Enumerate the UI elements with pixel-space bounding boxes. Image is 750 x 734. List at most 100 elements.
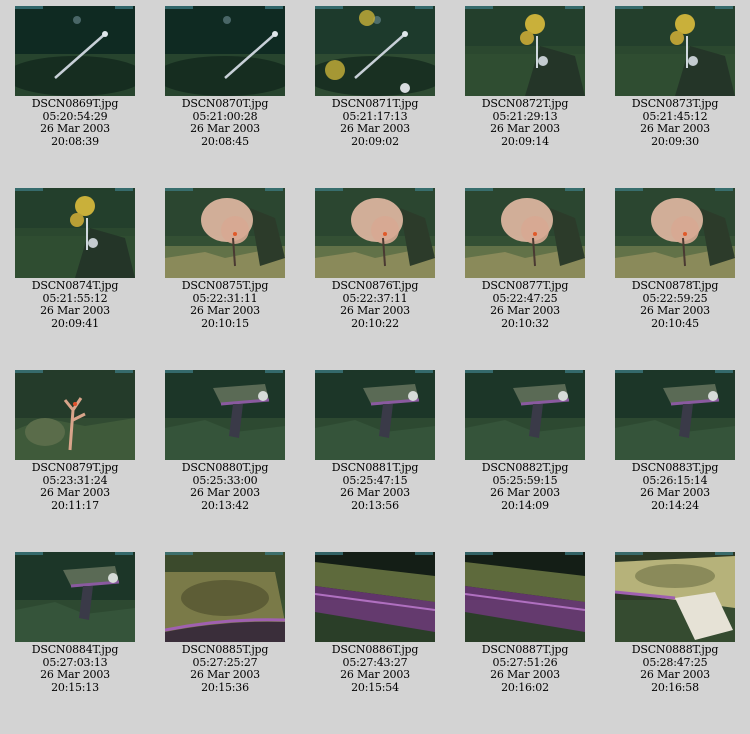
thumbnail-image[interactable]: [15, 370, 135, 460]
thumbnail-time: 20:10:22: [351, 316, 399, 330]
thumbnail-time: 20:15:54: [351, 680, 399, 694]
thumbnail-item[interactable]: DSCN0873T.jpg 05:21:45:12 26 Mar 2003 20:09…: [600, 6, 750, 148]
thumbnail-image[interactable]: [165, 370, 285, 460]
thumbnail-caption: DSCN0878T.jpg 05:22:59:25 26 Mar 2003 20:10…: [600, 279, 750, 330]
thumbnail-time: 20:15:13: [51, 680, 99, 694]
thumbnail-item[interactable]: DSCN0881T.jpg 05:25:47:15 26 Mar 2003 20:13…: [300, 370, 450, 512]
thumbnail-image[interactable]: [15, 552, 135, 642]
thumbnail-caption: DSCN0876T.jpg 05:22:37:11 26 Mar 2003 20:10…: [300, 279, 450, 330]
thumbnail-filename: DSCN0873T.jpg: [631, 97, 719, 110]
thumbnail-time: 20:14:09: [501, 498, 549, 512]
thumbnail-filename: DSCN0875T.jpg: [181, 279, 269, 292]
thumbnail-filename: DSCN0871T.jpg: [331, 97, 419, 110]
thumbnail-caption: DSCN0885T.jpg 05:27:25:27 26 Mar 2003 20:15…: [150, 643, 300, 694]
thumbnail-date: 26 Mar 2003: [190, 668, 260, 681]
thumbnail-time: 20:16:58: [651, 680, 699, 694]
thumbnail-date: 26 Mar 2003: [190, 304, 260, 317]
thumbnail-image[interactable]: [315, 552, 435, 642]
thumbnail-date: 26 Mar 2003: [490, 486, 560, 499]
thumbnail-filename: DSCN0874T.jpg: [31, 279, 119, 292]
thumbnail-item[interactable]: DSCN0871T.jpg 05:21:17:13 26 Mar 2003 20:09…: [300, 6, 450, 148]
thumbnail-item[interactable]: DSCN0882T.jpg 05:25:59:15 26 Mar 2003 20:14…: [450, 370, 600, 512]
thumbnail-date: 26 Mar 2003: [40, 122, 110, 135]
thumbnail-image[interactable]: [615, 188, 735, 278]
thumbnail-image[interactable]: [615, 6, 735, 96]
thumbnail-filename: DSCN0887T.jpg: [481, 643, 569, 656]
thumbnail-image[interactable]: [165, 188, 285, 278]
thumbnail-caption: DSCN0872T.jpg 05:21:29:13 26 Mar 2003 20:09…: [450, 97, 600, 148]
thumbnail-date: 26 Mar 2003: [640, 668, 710, 681]
thumbnail-time: 20:10:45: [651, 316, 699, 330]
thumbnail-filename: DSCN0886T.jpg: [331, 643, 419, 656]
thumbnail-caption: DSCN0869T.jpg 05:20:54:29 26 Mar 2003 20:08…: [0, 97, 150, 148]
thumbnail-filename: DSCN0883T.jpg: [631, 461, 719, 474]
thumbnail-item[interactable]: DSCN0886T.jpg 05:27:43:27 26 Mar 2003 20:15…: [300, 552, 450, 694]
thumbnail-image[interactable]: [465, 6, 585, 96]
thumbnail-filename: DSCN0881T.jpg: [331, 461, 419, 474]
thumbnail-image[interactable]: [165, 6, 285, 96]
thumbnail-item[interactable]: DSCN0874T.jpg 05:21:55:12 26 Mar 2003 20:09…: [0, 188, 150, 330]
thumbnail-time: 20:10:32: [501, 316, 549, 330]
thumbnail-item[interactable]: DSCN0877T.jpg 05:22:47:25 26 Mar 2003 20:10…: [450, 188, 600, 330]
thumbnail-caption: DSCN0875T.jpg 05:22:31:11 26 Mar 2003 20:10…: [150, 279, 300, 330]
thumbnail-item[interactable]: DSCN0880T.jpg 05:25:33:00 26 Mar 2003 20:13…: [150, 370, 300, 512]
thumbnail-item[interactable]: DSCN0879T.jpg 05:23:31:24 26 Mar 2003 20:11…: [0, 370, 150, 512]
thumbnail-grid: DSCN0869T.jpg 05:20:54:29 26 Mar 2003 20:08…: [0, 0, 750, 734]
thumbnail-date: 26 Mar 2003: [340, 122, 410, 135]
thumbnail-image[interactable]: [465, 552, 585, 642]
thumbnail-caption: DSCN0879T.jpg 05:23:31:24 26 Mar 2003 20:11…: [0, 461, 150, 512]
thumbnail-image[interactable]: [615, 552, 735, 642]
thumbnail-filename: DSCN0878T.jpg: [631, 279, 719, 292]
thumbnail-filename: DSCN0880T.jpg: [181, 461, 269, 474]
thumbnail-item[interactable]: DSCN0875T.jpg 05:22:31:11 26 Mar 2003 20:10…: [150, 188, 300, 330]
thumbnail-image[interactable]: [465, 370, 585, 460]
thumbnail-item[interactable]: DSCN0888T.jpg 05:28:47:25 26 Mar 2003 20:16…: [600, 552, 750, 694]
thumbnail-item[interactable]: DSCN0885T.jpg 05:27:25:27 26 Mar 2003 20:15…: [150, 552, 300, 694]
thumbnail-date: 26 Mar 2003: [640, 304, 710, 317]
thumbnail-date: 26 Mar 2003: [40, 668, 110, 681]
thumbnail-image[interactable]: [615, 370, 735, 460]
thumbnail-item[interactable]: DSCN0884T.jpg 05:27:03:13 26 Mar 2003 20:15…: [0, 552, 150, 694]
thumbnail-date: 26 Mar 2003: [490, 304, 560, 317]
thumbnail-item[interactable]: DSCN0887T.jpg 05:27:51:26 26 Mar 2003 20:16…: [450, 552, 600, 694]
thumbnail-date: 26 Mar 2003: [40, 486, 110, 499]
thumbnail-image[interactable]: [465, 188, 585, 278]
thumbnail-filename: DSCN0872T.jpg: [481, 97, 569, 110]
thumbnail-item[interactable]: DSCN0878T.jpg 05:22:59:25 26 Mar 2003 20:10…: [600, 188, 750, 330]
thumbnail-time: 20:08:45: [201, 134, 249, 148]
thumbnail-time: 20:13:56: [351, 498, 399, 512]
thumbnail-image[interactable]: [15, 188, 135, 278]
thumbnail-item[interactable]: DSCN0870T.jpg 05:21:00:28 26 Mar 2003 20:08…: [150, 6, 300, 148]
thumbnail-time: 20:15:36: [201, 680, 249, 694]
thumbnail-item[interactable]: DSCN0876T.jpg 05:22:37:11 26 Mar 2003 20:10…: [300, 188, 450, 330]
thumbnail-image[interactable]: [15, 6, 135, 96]
thumbnail-date: 26 Mar 2003: [190, 486, 260, 499]
thumbnail-caption: DSCN0886T.jpg 05:27:43:27 26 Mar 2003 20:15…: [300, 643, 450, 694]
thumbnail-image[interactable]: [315, 370, 435, 460]
thumbnail-image[interactable]: [165, 552, 285, 642]
thumbnail-date: 26 Mar 2003: [640, 122, 710, 135]
thumbnail-date: 26 Mar 2003: [40, 304, 110, 317]
thumbnail-time: 20:08:39: [51, 134, 99, 148]
thumbnail-caption: DSCN0882T.jpg 05:25:59:15 26 Mar 2003 20:14…: [450, 461, 600, 512]
thumbnail-image[interactable]: [315, 188, 435, 278]
thumbnail-image[interactable]: [315, 6, 435, 96]
thumbnail-caption: DSCN0880T.jpg 05:25:33:00 26 Mar 2003 20:13…: [150, 461, 300, 512]
thumbnail-item[interactable]: DSCN0872T.jpg 05:21:29:13 26 Mar 2003 20:09…: [450, 6, 600, 148]
thumbnail-caption: DSCN0884T.jpg 05:27:03:13 26 Mar 2003 20:15…: [0, 643, 150, 694]
thumbnail-time: 20:14:24: [651, 498, 699, 512]
thumbnail-date: 26 Mar 2003: [340, 304, 410, 317]
thumbnail-item[interactable]: DSCN0883T.jpg 05:26:15:14 26 Mar 2003 20:14…: [600, 370, 750, 512]
thumbnail-date: 26 Mar 2003: [340, 486, 410, 499]
thumbnail-caption: DSCN0871T.jpg 05:21:17:13 26 Mar 2003 20:09…: [300, 97, 450, 148]
thumbnail-time: 20:09:14: [501, 134, 549, 148]
thumbnail-caption: DSCN0883T.jpg 05:26:15:14 26 Mar 2003 20:14…: [600, 461, 750, 512]
thumbnail-filename: DSCN0876T.jpg: [331, 279, 419, 292]
thumbnail-caption: DSCN0881T.jpg 05:25:47:15 26 Mar 2003 20:13…: [300, 461, 450, 512]
thumbnail-caption: DSCN0877T.jpg 05:22:47:25 26 Mar 2003 20:10…: [450, 279, 600, 330]
thumbnail-date: 26 Mar 2003: [190, 122, 260, 135]
thumbnail-date: 26 Mar 2003: [490, 668, 560, 681]
thumbnail-caption: DSCN0888T.jpg 05:28:47:25 26 Mar 2003 20:16…: [600, 643, 750, 694]
thumbnail-item[interactable]: DSCN0869T.jpg 05:20:54:29 26 Mar 2003 20:08…: [0, 6, 150, 148]
thumbnail-time: 20:16:02: [501, 680, 549, 694]
